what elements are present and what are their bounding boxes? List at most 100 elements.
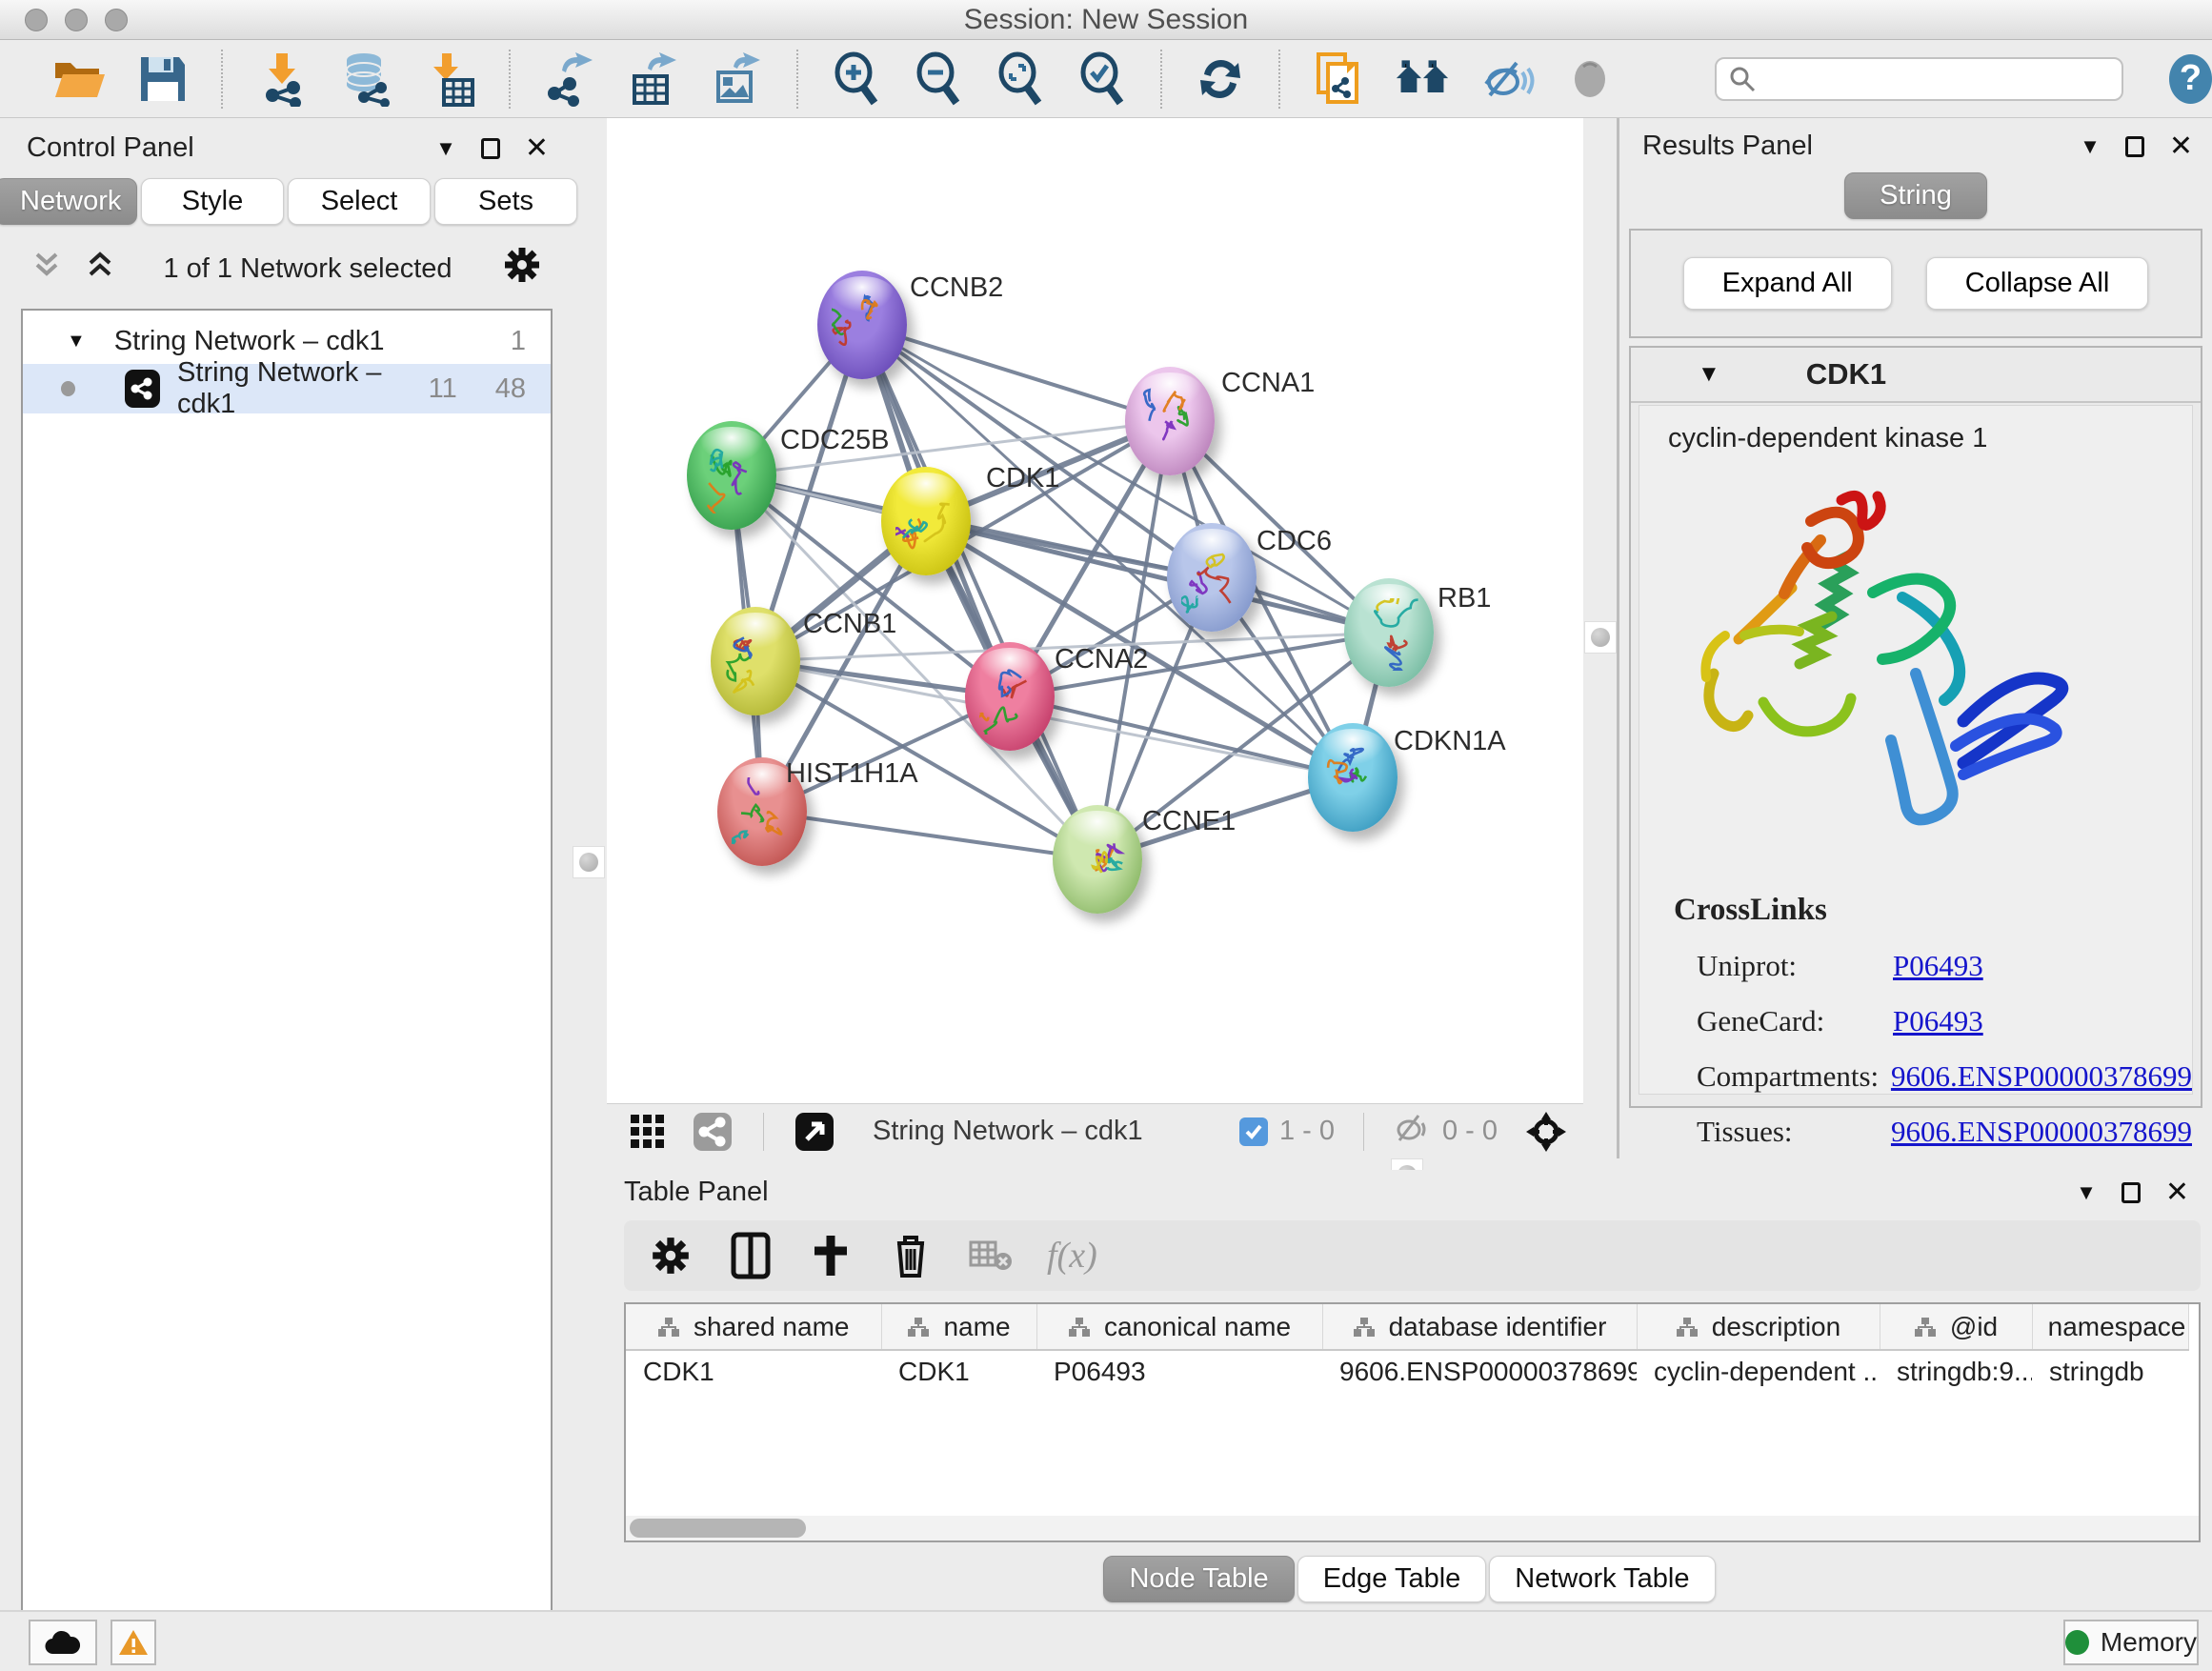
main-toolbar: ? bbox=[0, 40, 2212, 118]
panel-menu-icon[interactable]: ▼ bbox=[2080, 134, 2101, 159]
zoom-fit-icon[interactable] bbox=[995, 51, 1046, 107]
network-node-ccna2[interactable] bbox=[965, 642, 1055, 751]
tab-select[interactable]: Select bbox=[288, 178, 431, 225]
network-canvas[interactable]: CCNB2CCNA1CDC25BCDK1CDC6RB1CCNB1CCNA2CDK… bbox=[607, 118, 1583, 1103]
table-cell[interactable]: stringdb:9... bbox=[1880, 1350, 2032, 1392]
column-header-name[interactable]: name bbox=[881, 1304, 1036, 1350]
network-node-rb1[interactable] bbox=[1344, 578, 1434, 687]
column-header-description[interactable]: description bbox=[1637, 1304, 1880, 1350]
zoom-selected-icon[interactable] bbox=[1076, 51, 1128, 107]
table-cell[interactable]: CDK1 bbox=[626, 1350, 881, 1392]
network-options-gear-icon[interactable] bbox=[501, 244, 543, 293]
table-cell[interactable]: cyclin-dependent ... bbox=[1637, 1350, 1880, 1392]
crosslink-link[interactable]: 9606.ENSP00000378699 bbox=[1891, 1059, 2192, 1094]
zoom-out-icon[interactable] bbox=[913, 51, 964, 107]
expand-all-button[interactable]: Expand All bbox=[1683, 257, 1892, 310]
warning-button[interactable] bbox=[111, 1620, 156, 1665]
network-node-cdkn1a[interactable] bbox=[1308, 723, 1398, 832]
tab-network-table[interactable]: Network Table bbox=[1489, 1556, 1715, 1602]
panel-close-icon[interactable]: ✕ bbox=[525, 131, 549, 165]
tab-node-table[interactable]: Node Table bbox=[1103, 1556, 1294, 1602]
panel-float-icon[interactable] bbox=[481, 138, 500, 159]
network-node-cdc25b[interactable] bbox=[687, 421, 776, 530]
birdseye-view-icon[interactable] bbox=[787, 1104, 842, 1159]
hidden-eye-icon[interactable] bbox=[1393, 1112, 1431, 1152]
network-node-cdc6[interactable] bbox=[1167, 523, 1257, 632]
toolbar-search[interactable] bbox=[1715, 57, 2123, 101]
panel-close-icon[interactable]: ✕ bbox=[2165, 1176, 2189, 1209]
tab-sets[interactable]: Sets bbox=[434, 178, 577, 225]
right-splitter-handle[interactable] bbox=[1584, 621, 1617, 654]
add-column-icon[interactable] bbox=[807, 1232, 855, 1279]
window-traffic-lights[interactable] bbox=[25, 9, 128, 31]
column-header-shared-name[interactable]: shared name bbox=[626, 1304, 881, 1350]
table-horizontal-scrollbar[interactable] bbox=[626, 1516, 2199, 1540]
network-row-selected[interactable]: String Network – cdk1 11 48 bbox=[23, 364, 551, 413]
panel-menu-icon[interactable]: ▼ bbox=[435, 136, 456, 161]
network-node-cdk1[interactable] bbox=[881, 467, 971, 575]
open-session-icon[interactable] bbox=[51, 51, 107, 107]
table-cell[interactable]: 9606.ENSP00000378699 bbox=[1322, 1350, 1637, 1392]
network-node-ccnb2[interactable] bbox=[817, 271, 907, 379]
scrollbar-thumb[interactable] bbox=[630, 1519, 806, 1538]
tab-edge-table[interactable]: Edge Table bbox=[1297, 1556, 1487, 1602]
column-header-namespace[interactable]: namespace bbox=[2032, 1304, 2188, 1350]
network-badge-icon[interactable] bbox=[685, 1104, 740, 1159]
right-splitter-strip[interactable] bbox=[1583, 118, 1619, 1158]
import-table-icon[interactable] bbox=[425, 51, 476, 107]
help-button[interactable]: ? bbox=[2169, 54, 2212, 104]
network-node-ccne1[interactable] bbox=[1053, 805, 1142, 914]
show-columns-icon[interactable] bbox=[727, 1232, 774, 1279]
save-session-icon[interactable] bbox=[137, 51, 189, 107]
cloud-button[interactable] bbox=[29, 1620, 97, 1665]
table-panel: Table Panel ▼ ✕ bbox=[607, 1170, 2212, 1610]
network-node-ccna1[interactable] bbox=[1125, 367, 1215, 475]
panel-float-icon[interactable] bbox=[2125, 136, 2144, 157]
panel-float-icon[interactable] bbox=[2122, 1182, 2141, 1203]
grid-view-icon[interactable] bbox=[620, 1104, 675, 1159]
zoom-window-button[interactable] bbox=[105, 9, 128, 31]
column-header-@id[interactable]: @id bbox=[1880, 1304, 2032, 1350]
column-header-database-identifier[interactable]: database identifier bbox=[1322, 1304, 1637, 1350]
gene-expander-icon[interactable]: ▼ bbox=[1698, 361, 1720, 388]
fit-crosshair-icon[interactable] bbox=[1518, 1104, 1574, 1159]
table-options-gear-icon[interactable] bbox=[647, 1232, 694, 1279]
selected-nodes-checkbox-icon[interactable] bbox=[1239, 1117, 1268, 1146]
tab-style[interactable]: Style bbox=[141, 178, 284, 225]
string-app-icon[interactable] bbox=[1313, 51, 1364, 107]
node-table[interactable]: shared name name canonical name database… bbox=[624, 1302, 2201, 1542]
refresh-icon[interactable] bbox=[1195, 51, 1246, 107]
tab-network[interactable]: Network bbox=[0, 178, 137, 225]
close-window-button[interactable] bbox=[25, 9, 48, 31]
table-cell[interactable]: stringdb bbox=[2032, 1350, 2188, 1392]
import-network-from-database-icon[interactable] bbox=[339, 51, 394, 107]
tab-string[interactable]: String bbox=[1844, 172, 1987, 219]
crosslink-link[interactable]: P06493 bbox=[1893, 1004, 1983, 1038]
minimize-window-button[interactable] bbox=[65, 9, 88, 31]
expand-all-chevrons-icon[interactable] bbox=[86, 249, 114, 289]
memory-button[interactable]: Memory bbox=[2063, 1620, 2199, 1665]
search-input[interactable] bbox=[1757, 64, 2110, 93]
left-splitter-handle[interactable] bbox=[573, 846, 605, 878]
export-table-icon[interactable] bbox=[627, 51, 680, 107]
panel-close-icon[interactable]: ✕ bbox=[2169, 130, 2193, 163]
crosslink-link[interactable]: P06493 bbox=[1893, 949, 1983, 983]
collapse-all-button[interactable]: Collapse All bbox=[1926, 257, 2149, 310]
export-image-icon[interactable] bbox=[711, 51, 764, 107]
zoom-in-icon[interactable] bbox=[831, 51, 882, 107]
import-network-icon[interactable] bbox=[255, 51, 309, 107]
table-cell[interactable]: CDK1 bbox=[881, 1350, 1036, 1392]
column-header-canonical-name[interactable]: canonical name bbox=[1036, 1304, 1322, 1350]
delete-column-icon[interactable] bbox=[887, 1232, 935, 1279]
hide-unhide-icon[interactable] bbox=[1480, 51, 1536, 107]
collection-expander-icon[interactable]: ▼ bbox=[67, 331, 86, 352]
export-network-icon[interactable] bbox=[543, 51, 596, 107]
crosslink-link[interactable]: 9606.ENSP00000378699 bbox=[1891, 1115, 2192, 1149]
collapse-all-chevrons-icon[interactable] bbox=[32, 249, 61, 289]
table-row[interactable]: CDK1CDK1P064939606.ENSP00000378699cyclin… bbox=[626, 1350, 2188, 1392]
table-cell[interactable]: P06493 bbox=[1036, 1350, 1322, 1392]
home-networks-icon[interactable] bbox=[1395, 51, 1450, 107]
network-node-ccnb1[interactable] bbox=[711, 607, 800, 715]
gene-section-header[interactable]: ▼ CDK1 bbox=[1631, 348, 2201, 403]
panel-menu-icon[interactable]: ▼ bbox=[2076, 1180, 2097, 1205]
